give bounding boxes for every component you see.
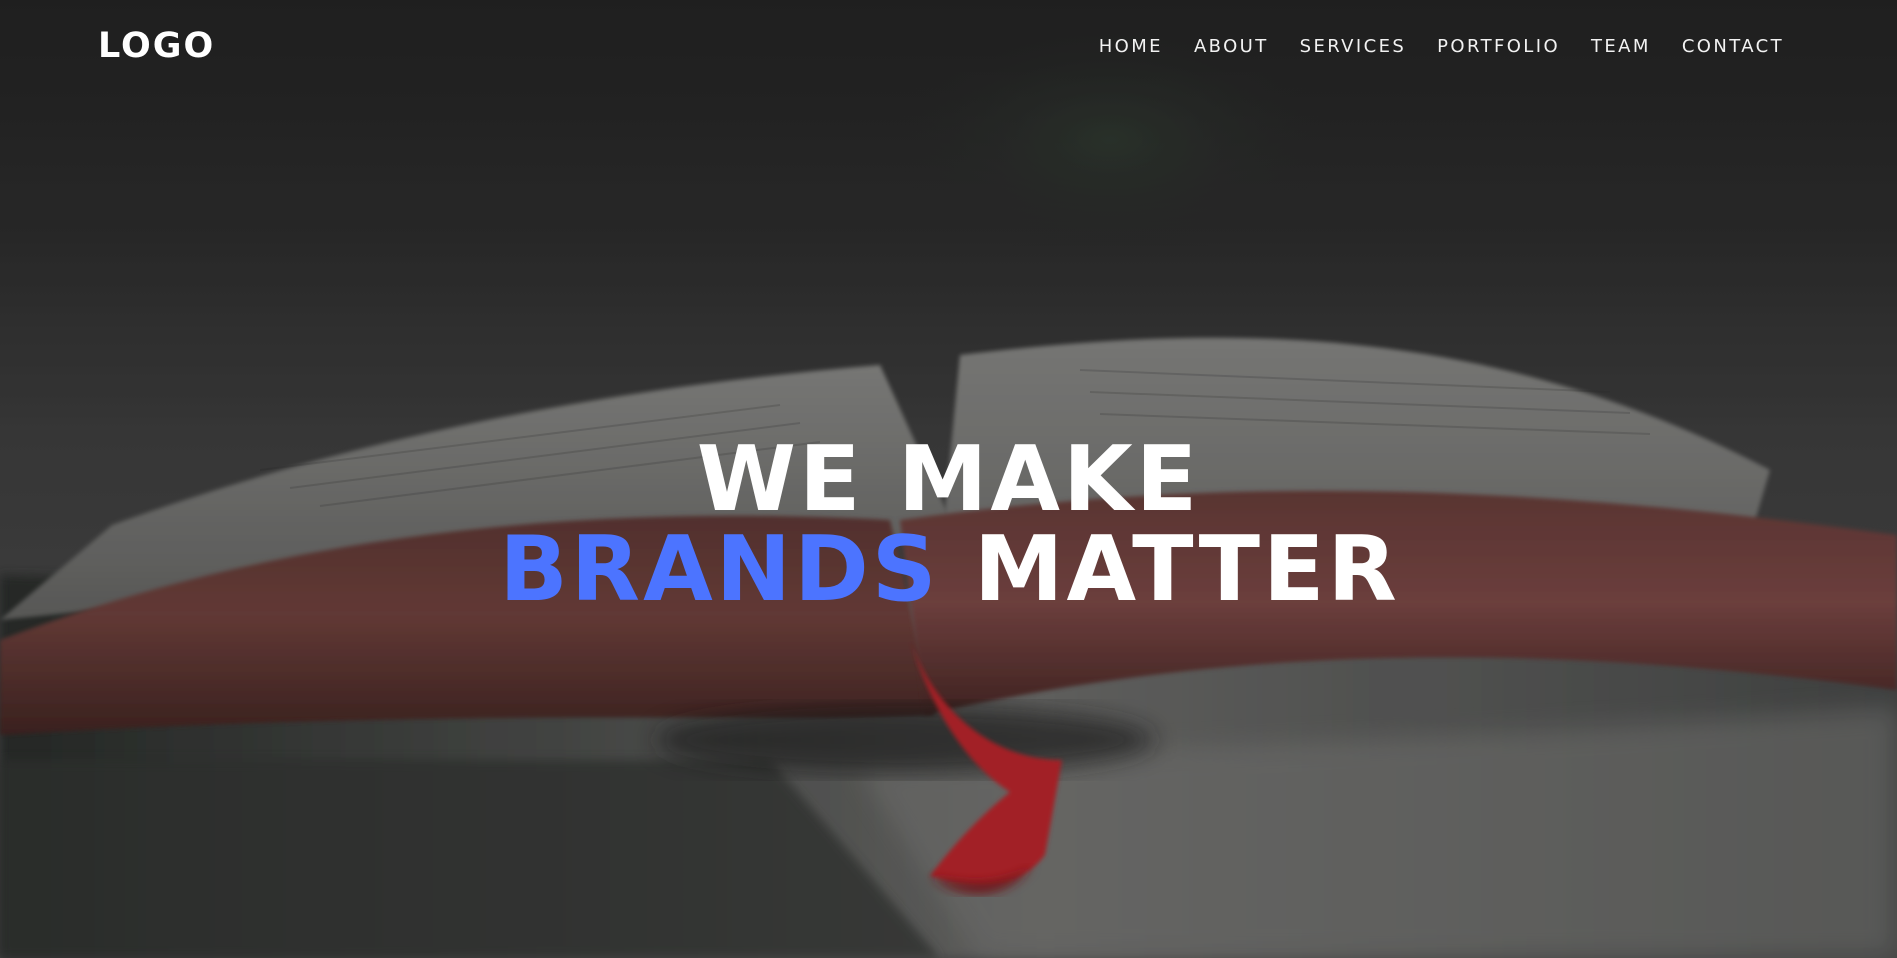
menu-item-contact: CONTACT [1682, 36, 1784, 57]
menu-item-about: ABOUT [1194, 36, 1269, 57]
menu-item-team: TEAM [1591, 36, 1651, 57]
nav-link-portfolio[interactable]: PORTFOLIO [1437, 36, 1560, 57]
nav-link-about[interactable]: ABOUT [1194, 36, 1269, 57]
top-navigation: LOGO HOME ABOUT SERVICES PORTFOLIO TEAM … [0, 0, 1897, 96]
hero-section: LOGO HOME ABOUT SERVICES PORTFOLIO TEAM … [0, 0, 1897, 958]
headline-line-1: WE MAKE [696, 427, 1201, 533]
nav-link-home[interactable]: HOME [1099, 36, 1163, 57]
menu-item-home: HOME [1099, 36, 1163, 57]
logo-link[interactable]: LOGO [98, 26, 215, 66]
headline-accent-word: BRANDS [499, 517, 940, 623]
main-menu: HOME ABOUT SERVICES PORTFOLIO TEAM CONTA… [1068, 36, 1784, 57]
menu-item-services: SERVICES [1300, 36, 1407, 57]
menu-item-portfolio: PORTFOLIO [1437, 36, 1560, 57]
headline-line-2: BRANDS MATTER [1, 524, 1897, 616]
nav-link-contact[interactable]: CONTACT [1682, 36, 1784, 57]
nav-link-services[interactable]: SERVICES [1300, 36, 1407, 57]
hero-headline: WE MAKE BRANDS MATTER [0, 434, 1897, 616]
headline-rest-text: MATTER [939, 517, 1400, 623]
nav-link-team[interactable]: TEAM [1591, 36, 1651, 57]
